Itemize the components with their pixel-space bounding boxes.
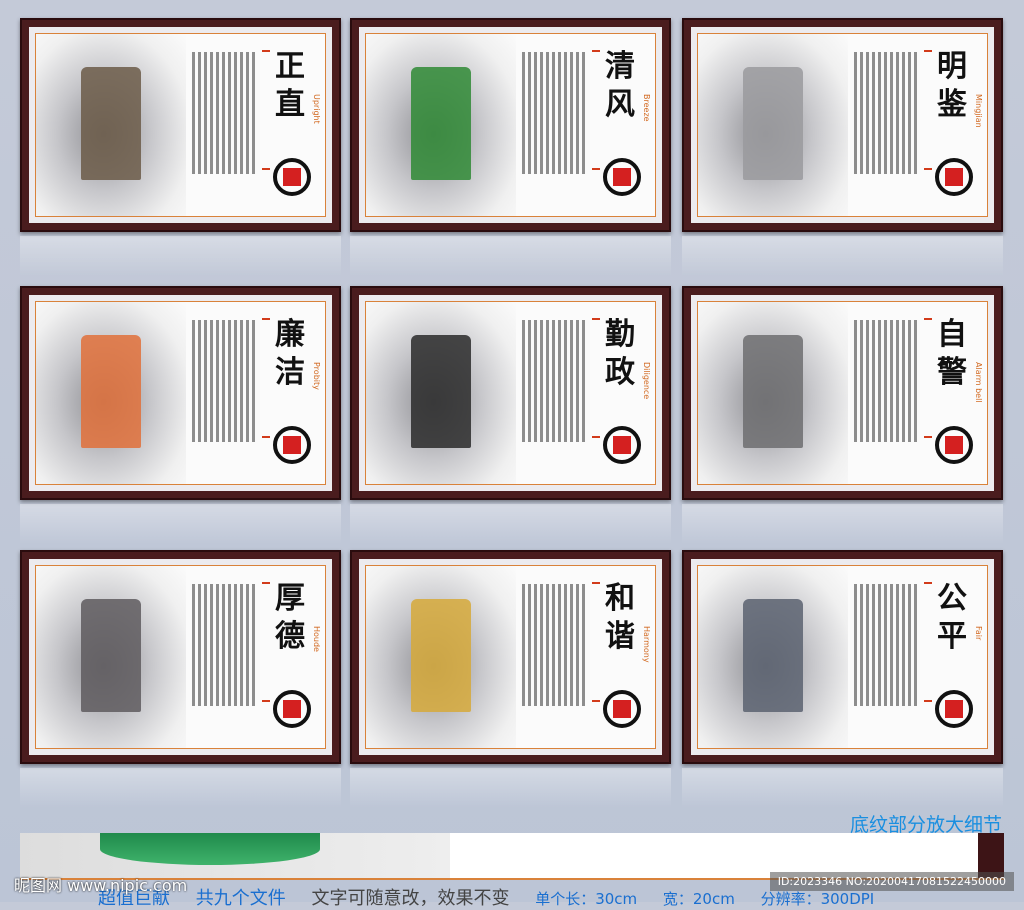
poster-english: Upright [312,94,321,124]
poster-inner: 廉洁 Probity [35,301,326,485]
poster-panel: 勤政 Diligence [350,286,671,500]
image-id: ID:2023346 NO:20200417081522450000 [769,872,1014,891]
poster-title: 明鉴 [937,49,967,122]
poster-inner: 清风 Breeze [365,33,656,217]
red-seal [945,700,963,718]
red-seal [945,168,963,186]
poster-title: 勤政 [605,317,635,390]
poster-english: Probity [312,362,321,390]
red-seal [283,700,301,718]
ink-illustration [366,566,517,748]
poster-title: 正直 [275,49,305,122]
lotus-leaf [100,833,320,865]
poster-title: 厚德 [275,581,305,654]
ink-illustration [36,34,187,216]
body-text-columns [192,52,256,174]
illustration-object [411,334,472,448]
illustration-object [81,66,142,180]
poster-inner: 自警 Alarm bell [697,301,988,485]
illustration-object [743,598,804,712]
poster-english: Fair [974,626,983,641]
ink-illustration [366,302,517,484]
red-seal [283,168,301,186]
poster-title: 自警 [937,317,967,390]
red-seal [613,436,631,454]
poster-title: 廉洁 [275,317,305,390]
poster-inner: 厚德 Houde [35,565,326,749]
poster-panel: 公平 Fair [682,550,1003,764]
ink-illustration [698,34,849,216]
poster-title: 公平 [937,581,967,654]
detail-label: 底纹部分放大细节 [849,814,1002,836]
poster-panel: 自警 Alarm bell [682,286,1003,500]
illustration-object [411,598,472,712]
poster-inner: 公平 Fair [697,565,988,749]
red-seal [945,436,963,454]
body-text-columns [192,320,256,442]
panel-reflection [20,768,341,808]
info-b: 共九个文件 [195,888,286,909]
red-seal [613,168,631,186]
poster-inner: 勤政 Diligence [365,301,656,485]
poster-inner: 明鉴 Mingjian [697,33,988,217]
poster-title: 清风 [605,49,635,122]
poster-inner: 正直 Upright [35,33,326,217]
panel-reflection [20,504,341,544]
ink-illustration [698,302,849,484]
ink-illustration [36,302,187,484]
body-text-columns [522,320,586,442]
body-text-columns [522,584,586,706]
ink-illustration [698,566,849,748]
info-c: 文字可随意改，效果不变 [311,888,510,909]
poster-english: Houde [312,626,321,652]
poster-english: Mingjian [974,94,983,128]
info-d: 单个长：30cm [535,890,638,908]
illustration-object [743,66,804,180]
body-text-columns [854,52,918,174]
body-text-columns [854,320,918,442]
poster-english: Breeze [642,94,651,122]
poster-english: Alarm bell [974,362,983,403]
ink-illustration [366,34,517,216]
poster-title: 和谐 [605,581,635,654]
poster-english: Harmony [642,626,651,663]
illustration-object [81,598,142,712]
body-text-columns [522,52,586,174]
info-e: 宽：20cm [662,890,735,908]
panel-reflection [350,768,671,808]
poster-panel: 厚德 Houde [20,550,341,764]
panel-reflection [682,236,1003,276]
panel-reflection [20,236,341,276]
illustration-object [81,334,142,448]
poster-panel: 和谐 Harmony [350,550,671,764]
ink-illustration [36,566,187,748]
red-seal [283,436,301,454]
illustration-object [743,334,804,448]
body-text-columns [192,584,256,706]
poster-panel: 廉洁 Probity [20,286,341,500]
info-f: 分辨率：300DPI [760,890,875,908]
panel-reflection [350,236,671,276]
red-seal [613,700,631,718]
body-text-columns [854,584,918,706]
poster-panel: 正直 Upright [20,18,341,232]
panel-reflection [682,504,1003,544]
poster-panel: 明鉴 Mingjian [682,18,1003,232]
illustration-object [411,66,472,180]
watermark: 昵图网 www.nipic.com [14,876,188,895]
panel-reflection [682,768,1003,808]
poster-inner: 和谐 Harmony [365,565,656,749]
poster-panel: 清风 Breeze [350,18,671,232]
panel-reflection [350,504,671,544]
poster-english: Diligence [642,362,651,400]
